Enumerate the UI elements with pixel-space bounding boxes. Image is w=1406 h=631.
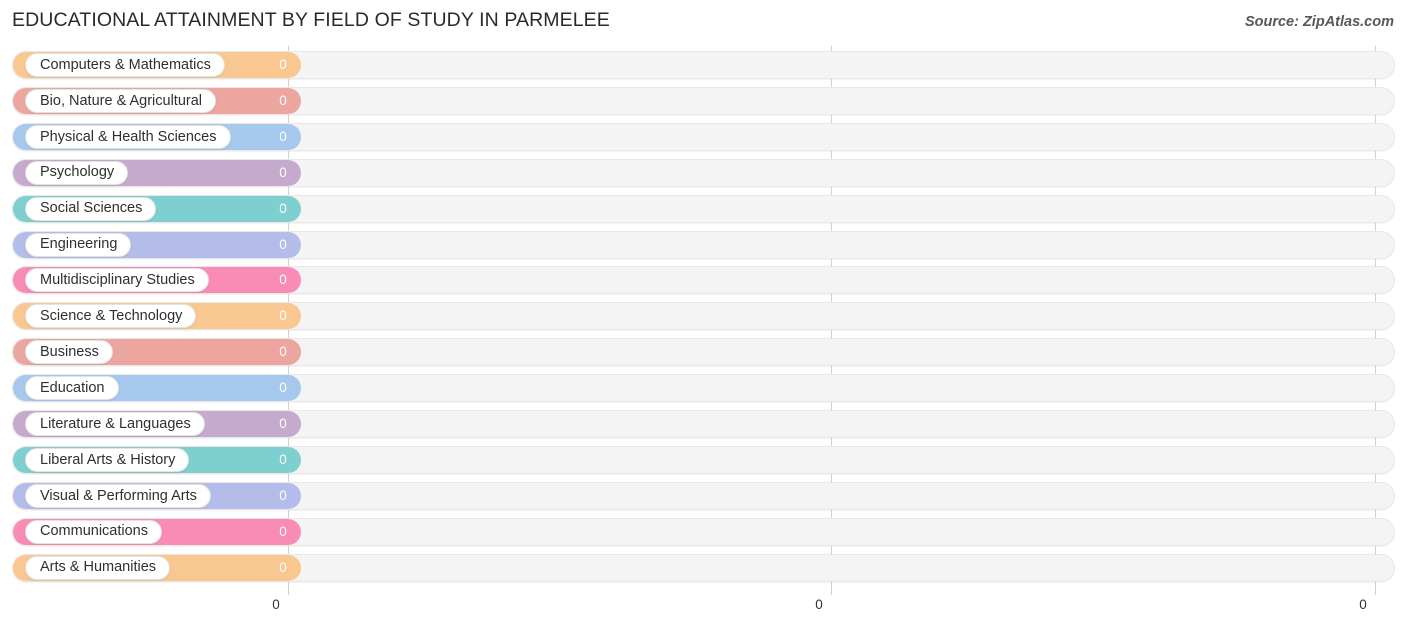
category-label: Bio, Nature & Agricultural — [40, 92, 202, 109]
bar-row[interactable]: Arts & Humanities 0 — [0, 553, 1406, 583]
bar-row[interactable]: Engineering 0 — [0, 230, 1406, 260]
bar-row[interactable]: Education 0 — [0, 373, 1406, 403]
category-label: Psychology — [40, 164, 115, 181]
category-pill[interactable]: Computers & Mathematics — [25, 53, 225, 77]
bar-value-label: 0 — [279, 523, 287, 539]
bar-value-label: 0 — [279, 451, 287, 467]
bar-row[interactable]: Visual & Performing Arts 0 — [0, 481, 1406, 511]
category-pill[interactable]: Bio, Nature & Agricultural — [25, 88, 216, 113]
bar-row[interactable]: Social Sciences 0 — [0, 194, 1406, 224]
category-label: Multidisciplinary Studies — [40, 272, 195, 289]
category-label: Education — [40, 379, 105, 396]
bar-value-label: 0 — [279, 164, 287, 180]
source-attribution: Source: ZipAtlas.com — [1244, 14, 1394, 30]
category-pill[interactable]: Communications — [25, 519, 162, 544]
category-label: Social Sciences — [40, 200, 143, 217]
category-pill[interactable]: Business — [25, 340, 113, 365]
chart-header: EDUCATIONAL ATTAINMENT BY FIELD OF STUDY… — [0, 0, 1406, 46]
category-pill[interactable]: Physical & Health Sciences — [25, 124, 231, 149]
category-pill[interactable]: Visual & Performing Arts — [25, 483, 211, 508]
bar-row[interactable]: Multidisciplinary Studies 0 — [0, 265, 1406, 295]
bar-value-label: 0 — [279, 128, 287, 144]
category-label: Science & Technology — [40, 308, 183, 325]
category-pill[interactable]: Psychology — [25, 160, 129, 185]
category-pill[interactable]: Science & Technology — [25, 304, 197, 329]
bar-row[interactable]: Communications 0 — [0, 517, 1406, 547]
bar-row[interactable]: Liberal Arts & History 0 — [0, 445, 1406, 475]
category-label: Liberal Arts & History — [40, 451, 176, 468]
bar-rows: Computers & Mathematics 0 Bio, Nature & Ag… — [0, 46, 1406, 595]
category-pill[interactable]: Education — [25, 376, 119, 401]
bar-row[interactable]: Computers & Mathematics 0 — [0, 50, 1406, 80]
page-title: EDUCATIONAL ATTAINMENT BY FIELD OF STUDY… — [12, 9, 610, 31]
category-pill[interactable]: Liberal Arts & History — [25, 447, 190, 472]
x-tick-label: 0 — [272, 597, 280, 612]
category-pill[interactable]: Multidisciplinary Studies — [25, 268, 209, 293]
category-label: Communications — [40, 523, 148, 540]
bar-value-label: 0 — [279, 200, 287, 216]
bar-value-label: 0 — [279, 92, 287, 108]
bar-row[interactable]: Bio, Nature & Agricultural 0 — [0, 86, 1406, 116]
bar-row[interactable]: Literature & Languages 0 — [0, 409, 1406, 439]
bar-row[interactable]: Business 0 — [0, 337, 1406, 367]
bar-value-label: 0 — [279, 308, 287, 324]
bar-value-label: 0 — [279, 272, 287, 288]
bar-value-label: 0 — [279, 380, 287, 396]
plot-area: Computers & Mathematics 0 Bio, Nature & Ag… — [0, 46, 1406, 595]
category-pill[interactable]: Literature & Languages — [25, 412, 205, 436]
category-label: Business — [40, 343, 99, 360]
category-label: Visual & Performing Arts — [40, 487, 197, 504]
x-tick-label: 0 — [815, 597, 823, 612]
category-pill[interactable]: Engineering — [25, 232, 132, 257]
category-label: Computers & Mathematics — [40, 56, 211, 73]
category-pill[interactable]: Social Sciences — [25, 196, 157, 221]
bar-value-label: 0 — [279, 57, 287, 72]
bar-row[interactable]: Science & Technology 0 — [0, 301, 1406, 331]
bar-value-label: 0 — [279, 559, 287, 575]
category-label: Literature & Languages — [40, 415, 191, 432]
category-pill[interactable]: Arts & Humanities — [25, 555, 171, 580]
bar-value-label: 0 — [279, 344, 287, 360]
bar-value-label: 0 — [279, 236, 287, 252]
bar-row[interactable]: Psychology 0 — [0, 158, 1406, 188]
category-label: Arts & Humanities — [40, 559, 157, 576]
x-tick-label: 0 — [1359, 597, 1367, 612]
bar-value-label: 0 — [279, 487, 287, 503]
bar-value-label: 0 — [279, 416, 287, 431]
x-axis: 0 0 0 — [0, 595, 1406, 631]
bar-row[interactable]: Physical & Health Sciences 0 — [0, 122, 1406, 152]
category-label: Engineering — [40, 236, 118, 253]
category-label: Physical & Health Sciences — [40, 128, 217, 145]
